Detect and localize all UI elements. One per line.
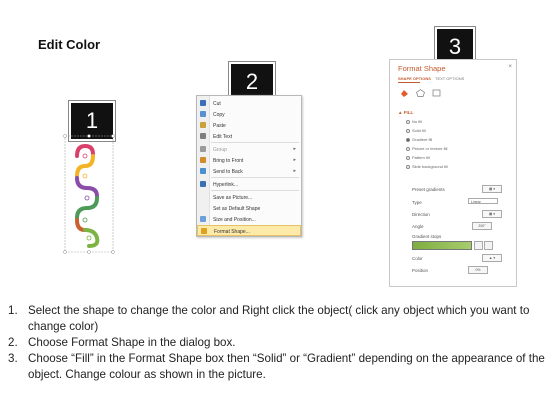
format-shape-pane: Format Shape × SHAPE OPTIONS TEXT OPTION… bbox=[389, 59, 517, 287]
menu-separator bbox=[211, 142, 299, 143]
menu-separator bbox=[211, 190, 299, 191]
paste-icon bbox=[200, 122, 206, 128]
radio-icon[interactable] bbox=[406, 128, 410, 133]
radio-icon[interactable] bbox=[406, 164, 410, 169]
size-properties-icon[interactable] bbox=[432, 89, 441, 97]
scissors-icon bbox=[200, 100, 206, 106]
submenu-arrow-icon: ▸ bbox=[293, 157, 296, 163]
menu-item-label: Copy bbox=[213, 112, 225, 118]
fill-line-icon[interactable] bbox=[400, 89, 409, 97]
menu-item-size-and-position[interactable]: Size and Position... bbox=[197, 214, 301, 225]
menu-item-group[interactable]: Group ▸ bbox=[197, 144, 301, 155]
fill-option-label: Picture or texture fill bbox=[412, 146, 448, 151]
radio-icon[interactable] bbox=[406, 137, 410, 142]
menu-item-send-to-back[interactable]: Send to Back ▸ bbox=[197, 166, 301, 177]
gradient-stops-bar[interactable] bbox=[412, 241, 472, 250]
group-icon bbox=[200, 146, 206, 152]
menu-item-save-as-picture[interactable]: Save as Picture... bbox=[197, 192, 301, 203]
instruction-number: 1. bbox=[8, 304, 18, 317]
tab-shape-options[interactable]: SHAPE OPTIONS bbox=[398, 76, 431, 81]
fill-option-no-fill[interactable]: No fill bbox=[406, 119, 422, 124]
menu-item-set-as-default-shape[interactable]: Set as Default Shape bbox=[197, 203, 301, 214]
menu-item-label: Group bbox=[213, 147, 227, 153]
effects-icon[interactable] bbox=[416, 89, 426, 97]
preset-gradients-dropdown[interactable]: ▦ ▾ bbox=[482, 185, 502, 193]
submenu-arrow-icon: ▸ bbox=[293, 168, 296, 174]
instruction-text: Choose Format Shape in the dialog box. bbox=[28, 336, 236, 349]
instruction-item: 2. Choose Format Shape in the dialog box… bbox=[8, 335, 553, 351]
menu-item-label: Bring to Front bbox=[213, 158, 244, 164]
submenu-arrow-icon: ▸ bbox=[293, 146, 296, 152]
instruction-number: 2. bbox=[8, 336, 18, 349]
angle-label: Angle bbox=[412, 224, 424, 229]
fill-section-header[interactable]: ▲ FILL bbox=[398, 110, 413, 115]
menu-item-bring-to-front[interactable]: Bring to Front ▸ bbox=[197, 155, 301, 166]
tab-text-options[interactable]: TEXT OPTIONS bbox=[435, 76, 464, 81]
fill-option-slide-background-fill[interactable]: Slide background fill bbox=[406, 164, 448, 169]
instruction-number: 3. bbox=[8, 352, 18, 365]
instruction-text: Choose “Fill” in the Format Shape box th… bbox=[28, 352, 545, 381]
remove-stop-icon[interactable] bbox=[484, 241, 493, 250]
menu-item-copy[interactable]: Copy bbox=[197, 109, 301, 120]
send-back-icon bbox=[200, 168, 206, 174]
fill-option-gradient-fill[interactable]: Gradient fill bbox=[406, 137, 432, 142]
bring-front-icon bbox=[200, 157, 206, 163]
instruction-item: 1. Select the shape to change the color … bbox=[8, 303, 553, 335]
format-shape-icon bbox=[201, 228, 207, 234]
color-picker[interactable]: ▲ ▾ bbox=[482, 254, 502, 262]
menu-item-label: Size and Position... bbox=[213, 217, 256, 223]
active-tab-underline bbox=[398, 82, 420, 83]
fill-option-label: Pattern fill bbox=[412, 155, 430, 160]
menu-item-label: Set as Default Shape bbox=[213, 206, 261, 212]
fill-option-solid-fill[interactable]: Solid fill bbox=[406, 128, 426, 133]
instruction-item: 3. Choose “Fill” in the Format Shape box… bbox=[8, 351, 553, 383]
instruction-text: Select the shape to change the color and… bbox=[28, 304, 530, 333]
pane-title: Format Shape bbox=[398, 64, 446, 73]
close-icon[interactable]: × bbox=[508, 64, 512, 70]
menu-item-edit-text[interactable]: Edit Text bbox=[197, 131, 301, 142]
menu-item-label: Cut bbox=[213, 101, 221, 107]
hyperlink-icon bbox=[200, 181, 206, 187]
radio-icon[interactable] bbox=[406, 155, 410, 160]
direction-label: Direction bbox=[412, 212, 430, 217]
direction-dropdown[interactable]: ▦ ▾ bbox=[482, 210, 502, 218]
radio-icon[interactable] bbox=[406, 119, 410, 124]
copy-icon bbox=[200, 111, 206, 117]
menu-item-label: Send to Back bbox=[213, 169, 243, 175]
menu-item-format-shape[interactable]: Format Shape... bbox=[197, 225, 301, 236]
type-label: Type bbox=[412, 200, 422, 205]
position-input[interactable]: 0% bbox=[468, 266, 488, 274]
selected-spiral-shape[interactable] bbox=[63, 134, 115, 254]
type-select[interactable]: Linear bbox=[468, 198, 498, 204]
position-label: Position bbox=[412, 268, 429, 273]
menu-item-label: Paste bbox=[213, 123, 226, 129]
menu-item-label: Save as Picture... bbox=[213, 195, 253, 201]
preset-gradients-label: Preset gradients bbox=[412, 187, 445, 192]
fill-option-label: Slide background fill bbox=[412, 164, 448, 169]
gradient-stops-label: Gradient stops bbox=[412, 234, 442, 239]
context-menu: Cut Copy Paste Edit Text Group ▸ Bring to Fron… bbox=[196, 95, 302, 237]
radio-icon[interactable] bbox=[406, 146, 410, 151]
menu-item-label: Hyperlink... bbox=[213, 182, 239, 188]
instructions-list: 1. Select the shape to change the color … bbox=[8, 303, 553, 383]
fill-option-pattern-fill[interactable]: Pattern fill bbox=[406, 155, 430, 160]
size-position-icon bbox=[200, 216, 206, 222]
angle-input[interactable]: 200° bbox=[472, 222, 492, 230]
add-stop-icon[interactable] bbox=[474, 241, 483, 250]
fill-option-label: No fill bbox=[412, 119, 423, 124]
fill-option-label: Gradient fill bbox=[412, 137, 433, 142]
fill-option-label: Solid fill bbox=[412, 128, 426, 133]
fill-option-picture-or-texture-fill[interactable]: Picture or texture fill bbox=[406, 146, 447, 151]
menu-item-label: Format Shape... bbox=[214, 229, 250, 235]
color-label: Color bbox=[412, 256, 423, 261]
menu-item-paste[interactable]: Paste bbox=[197, 120, 301, 131]
menu-separator bbox=[211, 177, 299, 178]
menu-item-hyperlink[interactable]: Hyperlink... bbox=[197, 179, 301, 190]
menu-item-label: Edit Text bbox=[213, 134, 233, 140]
menu-item-cut[interactable]: Cut bbox=[197, 98, 301, 109]
edit-text-icon bbox=[200, 133, 206, 139]
page-title: Edit Color bbox=[38, 37, 101, 52]
